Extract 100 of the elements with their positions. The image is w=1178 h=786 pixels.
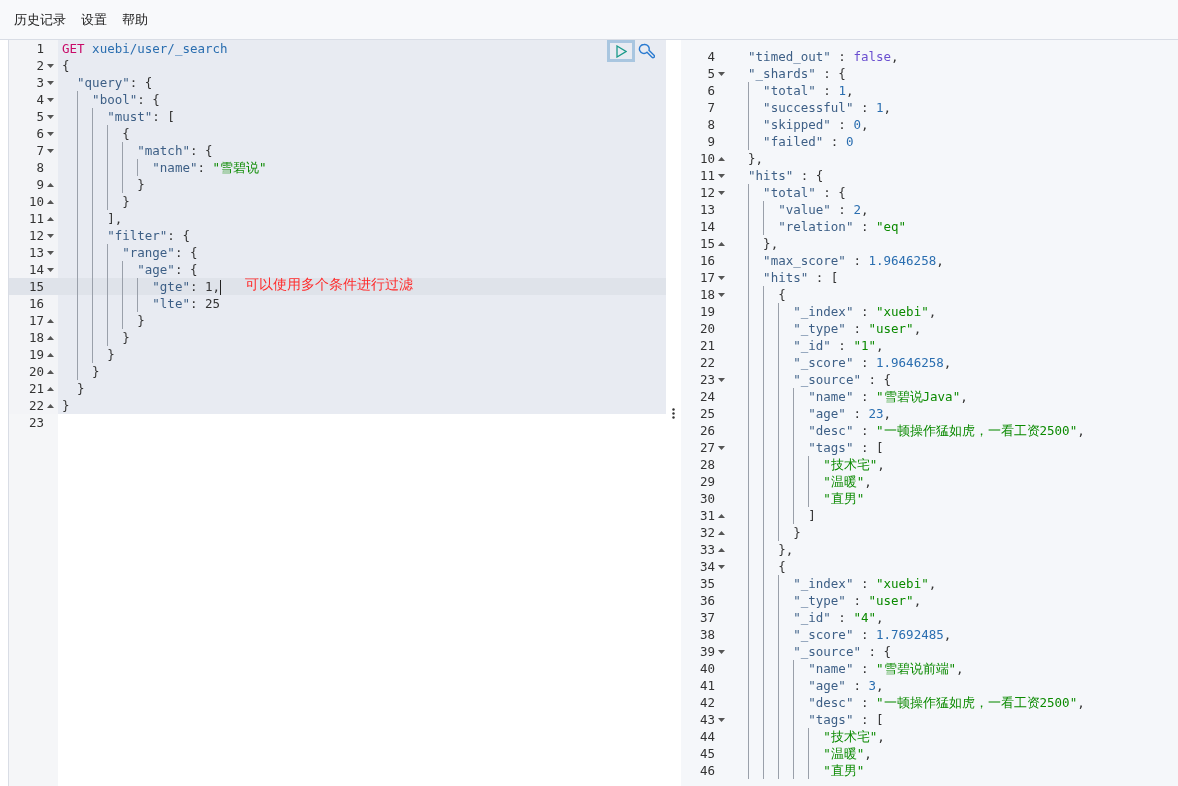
line-number: 2 [36,57,44,74]
line-number: 4 [36,91,44,108]
code-line: { [777,287,786,302]
line-number: 12 [28,227,44,244]
code-line: "desc" : "一顿操作猛如虎，一看工资2500", [807,695,1085,710]
fold-arrow-icon[interactable] [46,233,54,238]
menu-item[interactable]: 历史记录 [14,10,66,29]
unfold-arrow-icon[interactable] [46,335,54,340]
code-line: "name" : "雪碧说前端", [807,661,964,676]
line-number: 16 [699,252,715,269]
code-line: "直男" [822,763,865,778]
line-number: 39 [699,643,715,660]
unfold-arrow-icon[interactable] [717,547,725,552]
code-line: "_type" : "user", [792,593,922,608]
unfold-arrow-icon[interactable] [717,241,725,246]
fold-arrow-icon[interactable] [717,377,725,382]
line-number: 22 [699,354,715,371]
fold-arrow-icon[interactable] [717,445,725,450]
line-number: 28 [699,456,715,473]
fold-arrow-icon[interactable] [46,250,54,255]
code-line: "relation" : "eq" [777,219,907,234]
unfold-arrow-icon[interactable] [717,530,725,535]
menu-item[interactable]: 帮助 [122,10,148,29]
fold-arrow-icon[interactable] [46,80,54,85]
line-number: 13 [699,201,715,218]
line-number: 19 [699,303,715,320]
line-number: 11 [699,167,715,184]
line-number: 33 [699,541,715,558]
fold-arrow-icon[interactable] [46,131,54,136]
drag-handle-icon[interactable] [672,407,675,419]
line-number: 22 [28,397,44,414]
fold-arrow-icon[interactable] [46,267,54,272]
line-number: 11 [28,210,44,227]
unfold-arrow-icon[interactable] [46,182,54,187]
code-line: "age" : 3, [807,678,884,693]
fold-arrow-icon[interactable] [46,63,54,68]
line-number: 21 [28,380,44,397]
line-number: 7 [707,99,715,116]
line-number: 9 [707,133,715,150]
line-number: 6 [707,82,715,99]
code-line: "hits" : [ [762,270,839,285]
menu-item[interactable]: 设置 [81,10,107,29]
code-line: }, [777,542,794,557]
line-number: 3 [36,74,44,91]
unfold-arrow-icon[interactable] [46,216,54,221]
code-line: "_index" : "xuebi", [792,304,937,319]
fold-arrow-icon[interactable] [46,114,54,119]
code-line: "_id" : "1", [792,338,884,353]
code-line: } [62,398,70,413]
line-number: 17 [699,269,715,286]
unfold-arrow-icon[interactable] [46,403,54,408]
fold-arrow-icon[interactable] [717,717,725,722]
line-number: 29 [699,473,715,490]
line-number: 38 [699,626,715,643]
code-line: "failed" : 0 [762,134,854,149]
line-number: 24 [699,388,715,405]
play-icon [615,44,627,58]
unfold-arrow-icon[interactable] [46,352,54,357]
fold-arrow-icon[interactable] [717,190,725,195]
unfold-arrow-icon[interactable] [46,386,54,391]
code-line: "技术宅", [822,729,885,744]
fold-arrow-icon[interactable] [717,649,725,654]
line-number: 31 [699,507,715,524]
code-line: "must": [ [106,109,175,124]
fold-arrow-icon[interactable] [717,173,725,178]
line-number: 10 [28,193,44,210]
unfold-arrow-icon[interactable] [46,199,54,204]
line-number: 8 [36,159,44,176]
unfold-arrow-icon[interactable] [46,369,54,374]
code-line: } [106,347,115,362]
unfold-arrow-icon[interactable] [46,318,54,323]
line-number: 6 [36,125,44,142]
code-line: { [121,126,130,141]
line-number: 41 [699,677,715,694]
fold-arrow-icon[interactable] [717,292,725,297]
line-number: 21 [699,337,715,354]
line-number: 20 [699,320,715,337]
unfold-arrow-icon[interactable] [717,513,725,518]
line-number: 18 [28,329,44,346]
line-number: 45 [699,745,715,762]
line-number: 14 [699,218,715,235]
code-line: "name": "雪碧说" [151,160,267,175]
fold-arrow-icon[interactable] [717,564,725,569]
line-number: 37 [699,609,715,626]
code-line: "range": { [121,245,198,260]
code-line: "successful" : 1, [762,100,892,115]
code-line: "_id" : "4", [792,610,884,625]
fold-arrow-icon[interactable] [717,71,725,76]
code-line: GET xuebi/user/_search [62,41,228,56]
unfold-arrow-icon[interactable] [717,156,725,161]
code-line: } [121,194,130,209]
code-line: "total" : 1, [762,83,854,98]
fold-arrow-icon[interactable] [46,97,54,102]
code-line: "_score" : 1.7692485, [792,627,952,642]
fold-arrow-icon[interactable] [717,275,725,280]
code-line: "技术宅", [822,457,885,472]
code-line: "age": { [136,262,198,277]
line-number: 15 [28,278,44,295]
fold-arrow-icon[interactable] [46,148,54,153]
code-line: "max_score" : 1.9646258, [762,253,944,268]
